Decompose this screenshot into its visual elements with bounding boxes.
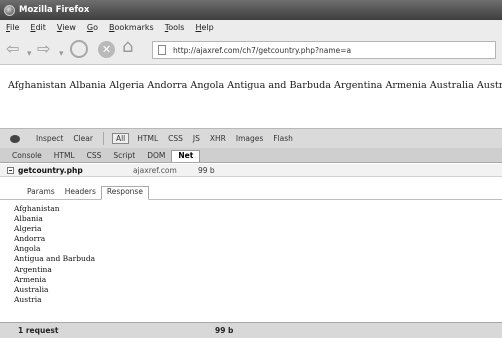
menu-help[interactable]: Help bbox=[195, 23, 213, 32]
menu-tools[interactable]: Tools bbox=[165, 23, 185, 32]
forward-dropdown-icon[interactable]: ▾ bbox=[59, 46, 64, 62]
total-size: 99 b bbox=[215, 326, 234, 335]
tab-html[interactable]: HTML bbox=[48, 151, 81, 162]
navigation-toolbar: ⇦ ▾ ⇨ ▾ ✕ ⌂ http://ajaxref.com/ch7/getco… bbox=[0, 35, 502, 65]
menu-bar: File Edit View Go Bookmarks Tools Help bbox=[0, 20, 502, 35]
net-summary-row: 1 request 99 b bbox=[0, 322, 502, 338]
page-icon bbox=[158, 45, 166, 55]
tab-headers[interactable]: Headers bbox=[60, 187, 101, 199]
response-line: Australia bbox=[14, 284, 49, 294]
tab-params[interactable]: Params bbox=[22, 187, 60, 199]
tab-css[interactable]: CSS bbox=[81, 151, 108, 162]
tab-console[interactable]: Console bbox=[6, 151, 48, 162]
filter-images-button[interactable]: Images bbox=[236, 134, 263, 143]
response-line: Antigua and Barbuda bbox=[14, 254, 96, 264]
filter-js-button[interactable]: JS bbox=[193, 134, 200, 143]
url-text: http://ajaxref.com/ch7/getcountry.php?na… bbox=[173, 45, 352, 55]
response-line: Andorra bbox=[14, 234, 46, 244]
expand-toggle-icon[interactable] bbox=[7, 166, 14, 174]
filter-all-button[interactable]: All bbox=[111, 133, 130, 144]
request-size: 99 b bbox=[198, 165, 215, 175]
response-line: Armenia bbox=[14, 274, 47, 284]
request-row[interactable]: getcountry.php ajaxref.com 99 b bbox=[0, 164, 502, 177]
firefox-logo-icon bbox=[4, 4, 15, 16]
countries-output: Afghanistan Albania Algeria Andorra Ango… bbox=[8, 80, 502, 91]
response-line: Angola bbox=[14, 244, 41, 254]
clear-button[interactable]: Clear bbox=[73, 134, 93, 143]
toolbar-divider bbox=[102, 132, 104, 145]
inspect-button[interactable]: Inspect bbox=[36, 134, 63, 143]
request-count: 1 request bbox=[18, 326, 59, 335]
response-line: Austria bbox=[14, 294, 42, 304]
forward-arrow-icon[interactable]: ⇨ bbox=[37, 41, 50, 57]
window-titlebar: Mozilla Firefox bbox=[0, 0, 502, 20]
filter-flash-button[interactable]: Flash bbox=[273, 134, 293, 143]
filter-html-button[interactable]: HTML bbox=[137, 134, 158, 143]
tab-net[interactable]: Net bbox=[171, 150, 201, 162]
filter-css-button[interactable]: CSS bbox=[168, 134, 183, 143]
menu-go[interactable]: Go bbox=[87, 23, 98, 32]
stop-icon[interactable]: ✕ bbox=[98, 41, 115, 58]
reload-icon[interactable] bbox=[70, 40, 88, 58]
firebug-toolbar: Inspect Clear All HTML CSS JS XHR Images… bbox=[0, 128, 502, 148]
request-detail-tabs: Params Headers Response bbox=[0, 182, 502, 200]
firebug-icon[interactable] bbox=[8, 134, 22, 144]
tab-response[interactable]: Response bbox=[100, 186, 149, 200]
filter-xhr-button[interactable]: XHR bbox=[210, 134, 226, 143]
firebug-panel-tabs: Console HTML CSS Script DOM Net bbox=[0, 148, 502, 163]
response-body: Afghanistan Albania Algeria Andorra Ango… bbox=[14, 204, 494, 320]
menu-bookmarks[interactable]: Bookmarks bbox=[109, 23, 154, 32]
menu-file[interactable]: File bbox=[6, 23, 19, 32]
back-dropdown-icon[interactable]: ▾ bbox=[27, 46, 32, 62]
tab-dom[interactable]: DOM bbox=[141, 151, 171, 162]
request-name: getcountry.php bbox=[18, 165, 83, 175]
menu-view[interactable]: View bbox=[57, 23, 76, 32]
home-icon[interactable]: ⌂ bbox=[122, 38, 133, 56]
tab-script[interactable]: Script bbox=[107, 151, 141, 162]
response-line: Argentina bbox=[14, 264, 52, 274]
response-line: Algeria bbox=[14, 224, 42, 234]
page-content: Afghanistan Albania Algeria Andorra Ango… bbox=[0, 66, 502, 126]
window-title: Mozilla Firefox bbox=[19, 5, 90, 15]
menu-edit[interactable]: Edit bbox=[30, 23, 46, 32]
request-host: ajaxref.com bbox=[133, 165, 177, 175]
response-line: Albania bbox=[14, 214, 43, 224]
back-arrow-icon[interactable]: ⇦ bbox=[6, 41, 19, 57]
response-line: Afghanistan bbox=[14, 204, 60, 213]
address-bar[interactable]: http://ajaxref.com/ch7/getcountry.php?na… bbox=[152, 41, 496, 59]
